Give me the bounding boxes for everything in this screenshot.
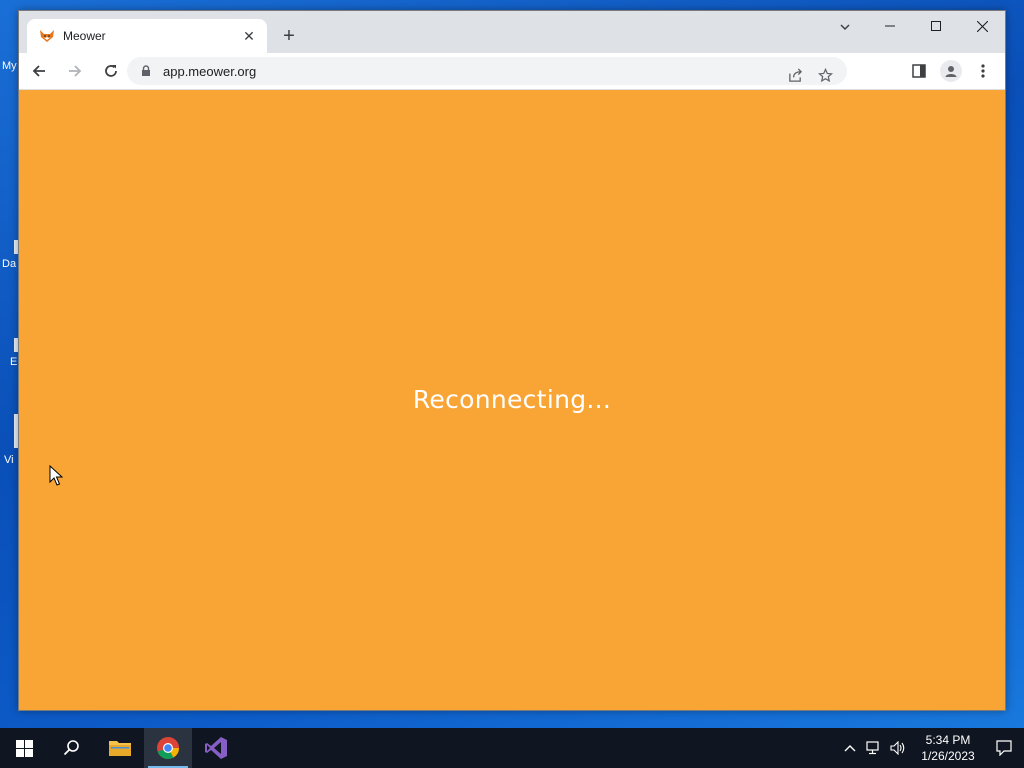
chevron-up-icon[interactable] [838, 728, 862, 768]
side-panel-icon[interactable] [905, 57, 933, 85]
search-button[interactable] [48, 728, 96, 768]
bookmark-star-icon[interactable] [815, 61, 835, 89]
file-explorer-button[interactable] [96, 728, 144, 768]
forward-button[interactable] [59, 57, 91, 85]
minimize-button[interactable] [867, 11, 913, 41]
clock-date: 1/26/2023 [921, 749, 975, 763]
address-bar[interactable]: app.meower.org [127, 57, 847, 85]
tab-meower[interactable]: Meower ✕ [27, 19, 267, 53]
maximize-button[interactable] [913, 11, 959, 41]
share-icon[interactable] [785, 61, 805, 89]
browser-toolbar: app.meower.org [19, 53, 1005, 90]
chrome-taskbar-button[interactable] [144, 728, 192, 768]
url-text: app.meower.org [163, 63, 257, 79]
back-button[interactable] [23, 57, 55, 85]
close-button[interactable] [959, 11, 1005, 41]
user-icon [940, 60, 962, 82]
windows-logo-icon [15, 739, 33, 757]
lock-icon [139, 64, 153, 78]
desktop-icon-label: Da [2, 258, 17, 270]
clock[interactable]: 5:34 PM 1/26/2023 [912, 732, 984, 764]
visual-studio-icon [205, 737, 227, 759]
desktop-icon-e[interactable]: E [0, 336, 18, 372]
start-button[interactable] [0, 728, 48, 768]
volume-icon[interactable] [886, 728, 910, 768]
notification-icon [996, 740, 1012, 756]
desktop-icon-my[interactable]: My [0, 58, 18, 78]
desktop-icon-vi[interactable]: Vi [0, 412, 18, 468]
profile-avatar[interactable] [937, 57, 965, 85]
network-icon[interactable] [862, 728, 886, 768]
taskbar: 5:34 PM 1/26/2023 [0, 728, 1024, 768]
system-tray: 5:34 PM 1/26/2023 [838, 728, 1024, 768]
notification-center-button[interactable] [984, 728, 1024, 768]
new-tab-button[interactable]: + [277, 25, 301, 47]
mouse-cursor-icon [49, 465, 63, 486]
menu-kebab-icon[interactable] [969, 57, 997, 85]
folder-icon [109, 741, 131, 756]
clock-time: 5:34 PM [925, 733, 971, 747]
page-content: Reconnecting... [19, 90, 1005, 710]
browser-window: Meower ✕ + app.meower.org Reconnecting..… [18, 10, 1006, 711]
search-icon [63, 740, 79, 756]
tab-close-icon[interactable]: ✕ [241, 28, 257, 45]
chrome-icon [157, 737, 179, 760]
tab-title: Meower [63, 29, 106, 43]
desktop-icon-label: My [2, 60, 17, 72]
fox-icon [39, 28, 55, 44]
tab-strip: Meower ✕ + [19, 11, 1005, 53]
reload-button[interactable] [95, 57, 127, 85]
visual-studio-button[interactable] [192, 728, 240, 768]
tab-search-icon[interactable] [835, 17, 855, 37]
reconnecting-status: Reconnecting... [412, 384, 612, 414]
desktop-icon-da[interactable]: Da [0, 238, 18, 274]
